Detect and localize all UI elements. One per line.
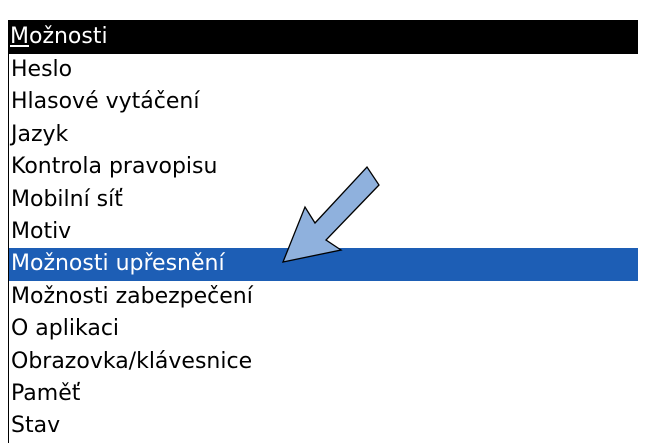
menu-item-moznosti-zabezpeceni[interactable]: Možnosti zabezpečení <box>9 281 638 313</box>
menu-item-jazyk[interactable]: Jazyk <box>9 119 638 151</box>
options-menu-list: Heslo Hlasové vytáčení Jazyk Kontrola pr… <box>8 54 638 443</box>
menu-item-motiv[interactable]: Motiv <box>9 216 638 248</box>
menu-item-obrazovka-klavesnice[interactable]: Obrazovka/klávesnice <box>9 346 638 378</box>
menu-title-accelerator: M <box>10 24 29 49</box>
menu-item-kontrola-pravopisu[interactable]: Kontrola pravopisu <box>9 151 638 183</box>
menu-item-hlasove-vytaceni[interactable]: Hlasové vytáčení <box>9 86 638 118</box>
menu-item-pamet[interactable]: Paměť <box>9 378 638 410</box>
options-screen: Možnosti Heslo Hlasové vytáčení Jazyk Ko… <box>0 0 647 443</box>
menu-title: Možnosti <box>8 20 638 54</box>
menu-item-mobilni-sit[interactable]: Mobilní síť <box>9 184 638 216</box>
menu-item-moznosti-upresneni[interactable]: Možnosti upřesnění <box>9 248 638 281</box>
menu-title-rest: ožnosti <box>28 24 108 49</box>
menu-item-heslo[interactable]: Heslo <box>9 54 638 86</box>
menu-item-o-aplikaci[interactable]: O aplikaci <box>9 313 638 345</box>
menu-item-stav[interactable]: Stav <box>9 410 638 442</box>
